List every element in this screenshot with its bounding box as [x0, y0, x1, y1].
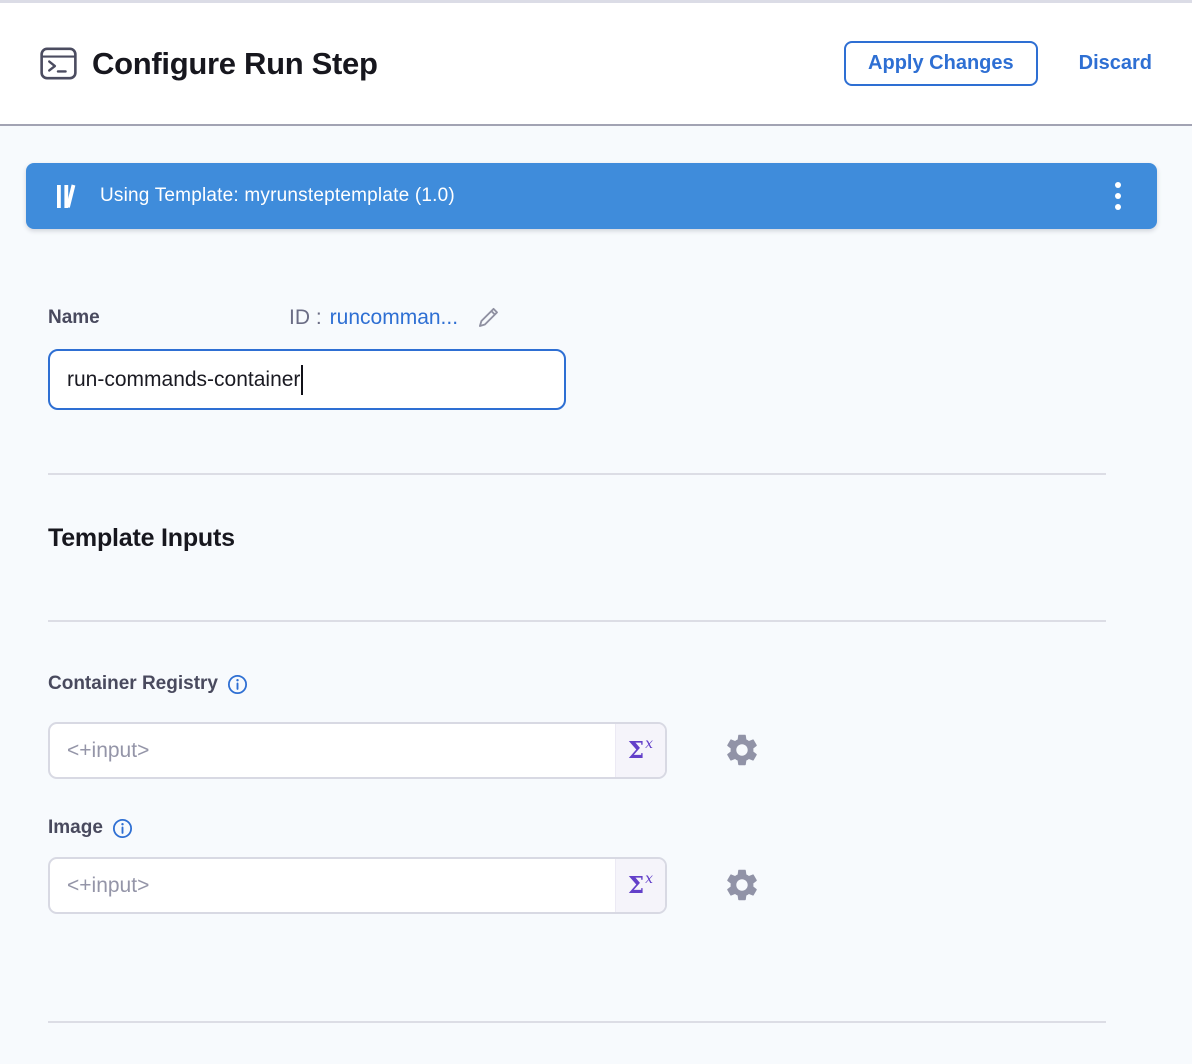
panel-header: Configure Run Step Apply Changes Discard — [0, 0, 1192, 126]
page-title: Configure Run Step — [92, 46, 378, 82]
template-inputs-heading: Template Inputs — [48, 524, 235, 553]
container-registry-label-row: Container Registry — [48, 673, 248, 695]
gear-icon — [723, 866, 761, 904]
template-banner-text: Using Template: myrunsteptemplate (1.0) — [100, 185, 455, 207]
edit-id-button[interactable] — [476, 305, 502, 331]
container-registry-label: Container Registry — [48, 673, 218, 695]
template-menu-button[interactable] — [1105, 176, 1131, 216]
container-registry-input[interactable] — [50, 724, 615, 777]
divider — [48, 1021, 1106, 1023]
divider — [48, 620, 1106, 622]
step-id-value[interactable]: runcomman... — [330, 306, 458, 330]
template-banner: Using Template: myrunsteptemplate (1.0) — [26, 163, 1157, 229]
text-caret — [301, 365, 303, 395]
input-type-selector-button[interactable]: Σ x — [615, 724, 665, 777]
image-label-row: Image — [48, 817, 133, 839]
image-input-group: Σ x — [48, 857, 667, 914]
image-settings-button[interactable] — [723, 866, 761, 904]
info-icon — [227, 674, 248, 695]
input-type-selector-button[interactable]: Σ x — [615, 859, 665, 912]
divider — [48, 473, 1106, 475]
image-label: Image — [48, 817, 103, 839]
container-registry-settings-button[interactable] — [723, 731, 761, 769]
configure-run-step-panel: Configure Run Step Apply Changes Discard… — [0, 0, 1192, 1064]
container-registry-info-button[interactable] — [227, 674, 248, 695]
name-input[interactable]: run-commands-container — [48, 349, 566, 410]
kebab-menu-icon — [1115, 182, 1121, 188]
image-input[interactable] — [50, 859, 615, 912]
title-group: Configure Run Step — [40, 46, 378, 82]
info-icon — [112, 818, 133, 839]
template-library-icon — [56, 184, 83, 209]
run-step-terminal-icon — [40, 47, 77, 80]
sigma-icon: Σ — [628, 739, 644, 762]
gear-icon — [723, 731, 761, 769]
pencil-icon — [476, 305, 502, 331]
step-id-row: ID : runcomman... — [289, 305, 502, 331]
header-actions: Apply Changes Discard — [844, 41, 1152, 86]
sigma-icon: Σ — [628, 874, 644, 897]
step-id-label: ID : — [289, 306, 322, 330]
discard-button[interactable]: Discard — [1079, 52, 1152, 75]
name-input-value: run-commands-container — [67, 368, 300, 392]
container-registry-input-group: Σ x — [48, 722, 667, 779]
apply-changes-button[interactable]: Apply Changes — [844, 41, 1038, 86]
name-label: Name — [48, 307, 100, 329]
image-info-button[interactable] — [112, 818, 133, 839]
